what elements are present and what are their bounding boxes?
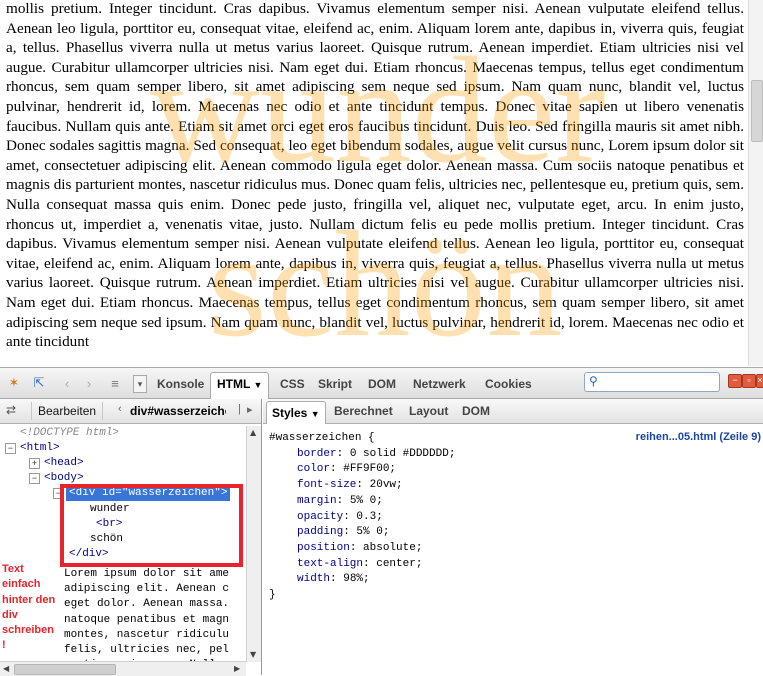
menu-lines-icon[interactable]: ≡ (106, 374, 124, 392)
css-property-name[interactable]: color (297, 463, 330, 475)
css-property-name[interactable]: position (297, 542, 350, 554)
page-scrollbar-thumb[interactable] (751, 80, 763, 142)
firebug-icon[interactable]: ✶ (5, 374, 23, 392)
scroll-down-icon[interactable]: ▼ (250, 650, 256, 659)
tab-styles[interactable]: Styles ▼ (266, 401, 326, 424)
css-property-value[interactable]: 5% 0; (356, 526, 389, 538)
html-panel-toolbar: ⇄ Bearbeiten ‹ div#wasserzeichen | ▸ (0, 399, 261, 424)
css-properties: border: 0 solid #DDDDDD; color: #FF9F00; f… (269, 447, 759, 588)
css-property-separator: : (349, 541, 364, 554)
firebug-toolbar: ✶ ⇱ ‹ › ≡ ▾ Konsole HTML ▼ CSS Skript DO… (0, 367, 763, 399)
tab-netzwerk[interactable]: Netzwerk (409, 373, 470, 395)
css-close-brace: } (269, 589, 276, 602)
css-property-name[interactable]: text-align (297, 558, 363, 570)
tab-dom[interactable]: DOM (364, 373, 400, 395)
css-rule: #wasserzeichen { border: 0 solid #DDDDDD… (269, 431, 759, 604)
expand-head-icon[interactable]: + (29, 458, 40, 469)
panel-menu-dropdown-icon[interactable]: ▾ (133, 375, 147, 393)
tab-cookies[interactable]: Cookies (481, 373, 536, 395)
css-property-row[interactable]: padding: 5% 0; (297, 525, 763, 541)
tab-styles-label: Styles (272, 406, 308, 420)
annotation-note: Text einfach hinter den div schreiben ! (2, 563, 56, 652)
tab-skript[interactable]: Skript (314, 373, 356, 395)
search-icon: ⚲ (589, 374, 598, 388)
css-property-value[interactable]: 0.3; (356, 511, 382, 523)
css-property-value[interactable]: 5% 0; (350, 495, 383, 507)
css-property-name[interactable]: margin (297, 495, 337, 507)
tab-konsole[interactable]: Konsole (153, 373, 208, 395)
close-icon[interactable]: × (756, 374, 763, 388)
search-input[interactable]: ⚲ (584, 372, 720, 392)
tab-style-dom[interactable]: DOM (462, 402, 490, 420)
chevron-down-icon: ▼ (253, 380, 263, 390)
page-scrollbar[interactable] (748, 0, 763, 366)
css-property-row[interactable]: border: 0 solid #DDDDDD; (297, 447, 763, 463)
edit-button[interactable]: Bearbeiten (31, 402, 104, 420)
html-tree-vscrollbar[interactable]: ▲ ▼ (246, 426, 261, 662)
style-panel-toolbar: Styles ▼ Berechnet Layout DOM (263, 399, 763, 424)
inspect-element-icon[interactable]: ⇄ (6, 403, 16, 417)
breadcrumb-left-arrow-icon[interactable]: ‹ (118, 403, 122, 415)
chevron-down-icon: ▼ (310, 409, 320, 419)
css-property-separator: : (330, 573, 344, 586)
tree-text-lorem[interactable]: Lorem ipsum dolor sit ame adipiscing eli… (64, 567, 244, 662)
breadcrumb-right-arrow-icon[interactable]: ▸ (247, 403, 253, 416)
page-body-text: mollis pretium. Integer tincidunt. Cras … (6, 0, 744, 351)
css-property-value[interactable]: 20vw; (370, 479, 403, 491)
hscroll-thumb[interactable] (14, 664, 116, 675)
tree-head[interactable]: <head> (44, 456, 84, 471)
css-property-name[interactable]: font-size (297, 479, 356, 491)
collapse-body-icon[interactable]: − (29, 473, 40, 484)
forward-icon[interactable]: › (80, 374, 98, 392)
css-property-name[interactable]: width (297, 573, 330, 585)
back-icon[interactable]: ‹ (58, 374, 76, 392)
tab-html-label: HTML (217, 377, 251, 391)
scroll-right-icon[interactable]: ▶ (234, 664, 240, 673)
css-property-separator: : (343, 526, 357, 539)
css-property-row[interactable]: text-align: center; (297, 557, 763, 573)
breadcrumb[interactable]: div#wasserzeichen (130, 402, 226, 420)
tab-html[interactable]: HTML ▼ (210, 372, 270, 399)
inspect-icon[interactable]: ⇱ (30, 374, 48, 392)
scroll-up-icon[interactable]: ▲ (250, 428, 256, 437)
css-property-separator: : (336, 447, 350, 460)
css-property-row[interactable]: position: absolute; (297, 541, 763, 557)
css-property-row[interactable]: opacity: 0.3; (297, 510, 763, 526)
css-property-row[interactable]: color: #FF9F00; (297, 462, 763, 478)
css-property-row[interactable]: margin: 5% 0; (297, 494, 763, 510)
tab-berechnet[interactable]: Berechnet (334, 402, 393, 420)
collapse-html-icon[interactable]: − (5, 443, 16, 454)
css-property-name[interactable]: opacity (297, 511, 343, 523)
page-content: mollis pretium. Integer tincidunt. Cras … (0, 0, 748, 366)
scroll-left-icon[interactable]: ◀ (3, 664, 9, 673)
html-tree-hscrollbar[interactable]: ◀ ▶ (0, 661, 246, 676)
css-property-separator: : (356, 479, 370, 492)
css-property-separator: : (330, 463, 344, 476)
style-panel: Styles ▼ Berechnet Layout DOM reihen...0… (263, 399, 763, 675)
tree-doctype[interactable]: <!DOCTYPE html> (20, 426, 119, 441)
detach-icon[interactable]: ▫ (742, 374, 756, 388)
css-property-value[interactable]: #FF9F00; (343, 463, 396, 475)
css-property-value[interactable]: 98%; (343, 573, 369, 585)
css-selector[interactable]: #wasserzeichen { (269, 431, 759, 447)
css-property-value[interactable]: 0 solid #DDDDDD; (350, 448, 456, 460)
css-property-value[interactable]: absolute; (363, 542, 422, 554)
minimize-icon[interactable]: − (728, 374, 742, 388)
tree-html[interactable]: <html> (20, 441, 60, 456)
breadcrumb-separator-icon: | (238, 403, 241, 415)
css-property-separator: : (363, 557, 377, 570)
css-property-row[interactable]: width: 98%; (297, 572, 763, 588)
tab-layout[interactable]: Layout (409, 402, 448, 420)
tab-css[interactable]: CSS (276, 373, 309, 395)
css-property-name[interactable]: padding (297, 526, 343, 538)
css-property-separator: : (343, 510, 357, 523)
highlight-box (60, 484, 243, 567)
css-property-row[interactable]: font-size: 20vw; (297, 478, 763, 494)
css-property-value[interactable]: center; (376, 558, 422, 570)
css-property-name[interactable]: border (297, 448, 337, 460)
css-property-separator: : (336, 494, 350, 507)
